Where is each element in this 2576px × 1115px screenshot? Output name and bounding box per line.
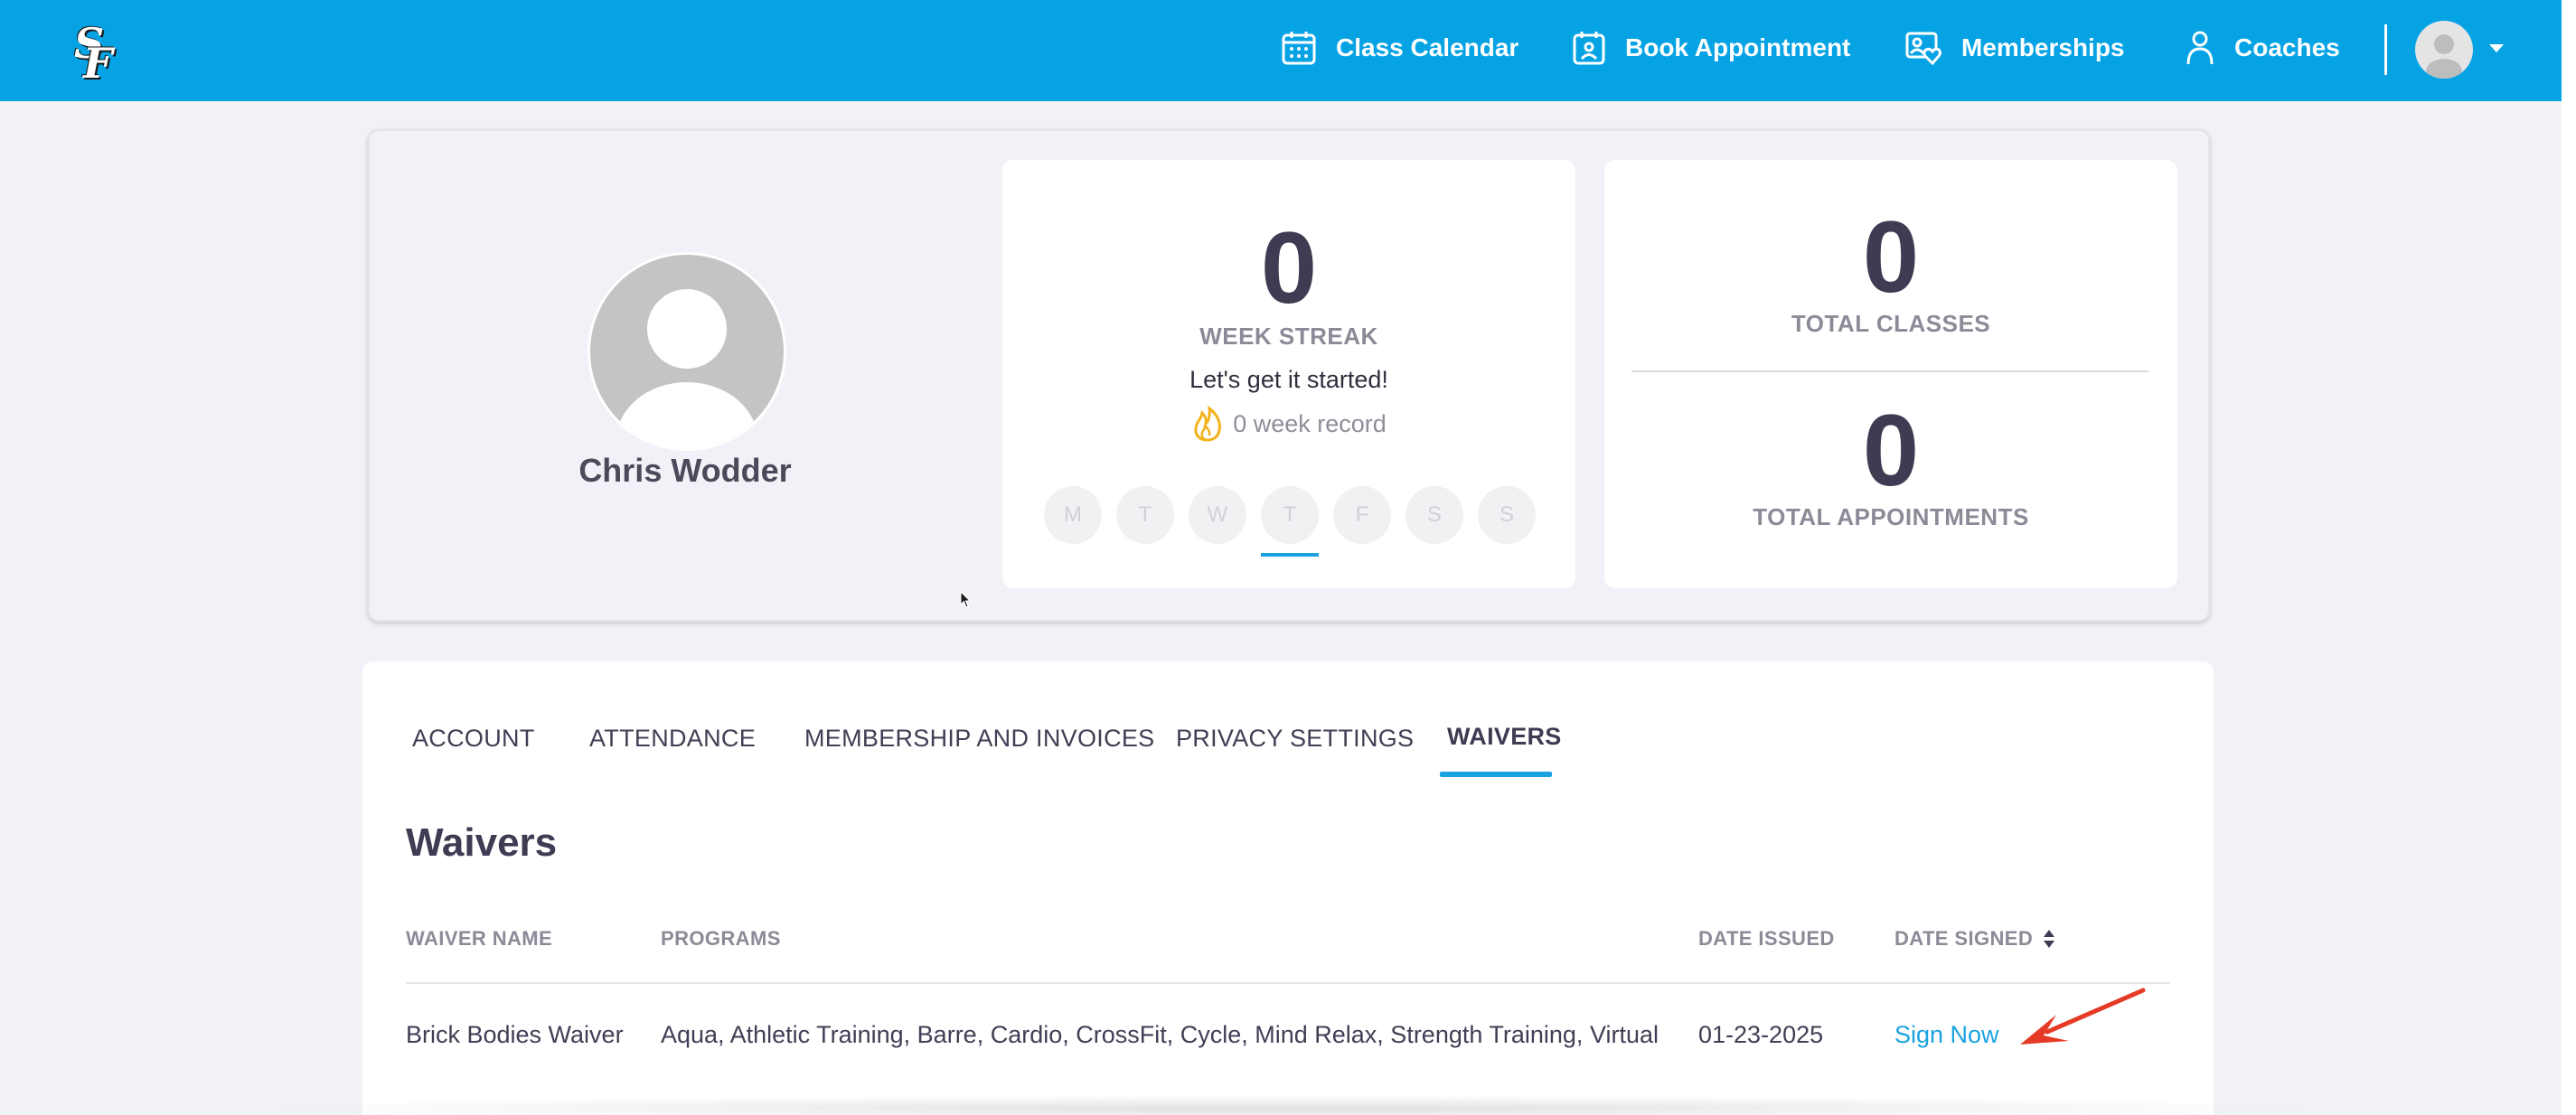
column-header-waiver-name: WAIVER NAME [406,927,553,950]
nav-memberships-label: Memberships [1961,33,2125,61]
total-classes-label: TOTAL CLASSES [1791,310,1991,337]
nav-divider [2384,24,2387,75]
sort-arrows-icon[interactable] [2042,927,2056,951]
tab-privacy-settings[interactable]: PRIVACY SETTINGS [1176,725,1414,753]
tab-attendance[interactable]: ATTENDANCE [589,725,756,753]
day-tuesday: T [1116,486,1174,544]
default-avatar-icon [2426,34,2462,79]
tab-waivers[interactable]: WAIVERS [1447,723,1562,751]
total-appointments-label: TOTAL APPOINTMENTS [1753,503,2029,530]
page-scrollbar[interactable] [2562,0,2576,1115]
tab-account[interactable]: ACCOUNT [412,725,535,753]
sign-now-link[interactable]: Sign Now [1894,1021,1999,1049]
nav-class-calendar-label: Class Calendar [1336,33,1519,61]
tab-membership-and-invoices[interactable]: MEMBERSHIP AND INVOICES [804,725,1154,753]
week-streak-value: 0 [1260,211,1318,324]
week-record: 0 week record [1002,406,1575,442]
total-classes-value: 0 [1862,201,1920,314]
total-appointments-value: 0 [1862,394,1920,507]
user-menu-avatar[interactable] [2415,21,2473,79]
streak-message: Let's get it started! [1189,366,1388,393]
page-viewport: SF Class Calendar Book Appointment Membe… [0,0,2562,1115]
date-issued-cell: 01-23-2025 [1698,1021,1824,1048]
stats-divider [1631,370,2148,372]
default-avatar-icon [616,289,757,448]
table-header-divider [406,982,2170,984]
column-header-date-issued: DATE ISSUED [1698,927,1835,950]
nav-book-appointment[interactable]: Book Appointment [1573,27,1850,69]
active-tab-indicator [1440,772,1552,777]
brand-logo[interactable]: SF [74,19,116,88]
nav-coaches[interactable]: Coaches [2186,27,2340,69]
day-monday: M [1044,486,1102,544]
day-saturday: S [1406,486,1463,544]
nav-coaches-label: Coaches [2234,33,2340,61]
bottom-shadow [235,1095,2341,1115]
day-sunday: S [1478,486,1536,544]
column-header-date-signed-label: DATE SIGNED [1894,927,2034,950]
day-friday: F [1333,486,1391,544]
card-heart-icon [1905,32,1941,65]
chevron-down-icon[interactable] [2487,42,2505,55]
profile-avatar[interactable] [588,252,786,451]
day-thursday: T [1261,486,1319,557]
nav-book-appointment-label: Book Appointment [1625,33,1851,61]
annotation-arrow-icon [2020,988,2146,1045]
nav-class-calendar[interactable]: Class Calendar [1282,27,1518,69]
section-title: Waivers [406,820,558,865]
day-wednesday: W [1189,486,1246,544]
person-outline-icon [2186,31,2214,65]
weekday-tracker: M T W T F S S [1044,486,1550,557]
account-tabs-panel: ACCOUNT ATTENDANCE MEMBERSHIP AND INVOIC… [362,661,2214,1115]
profile-name: Chris Wodder [578,452,792,489]
totals-card: 0 TOTAL CLASSES 0 TOTAL APPOINTMENTS [1604,160,2177,588]
mouse-cursor-icon [960,591,972,608]
calendar-grid-icon [1282,32,1316,65]
flame-icon [1194,406,1222,442]
programs-cell: Aqua, Athletic Training, Barre, Cardio, … [661,1021,1659,1048]
week-streak-card: 0 WEEK STREAK Let's get it started! 0 we… [1002,160,1575,588]
waiver-name-cell: Brick Bodies Waiver [406,1021,624,1048]
top-navbar: SF Class Calendar Book Appointment Membe… [0,0,2562,101]
nav-memberships[interactable]: Memberships [1905,27,2125,69]
week-record-text: 0 week record [1233,409,1387,437]
calendar-person-icon [1573,32,1605,65]
week-streak-label: WEEK STREAK [1199,323,1378,350]
column-header-date-signed[interactable]: DATE SIGNED [1894,927,2056,951]
column-header-programs: PROGRAMS [661,927,781,950]
